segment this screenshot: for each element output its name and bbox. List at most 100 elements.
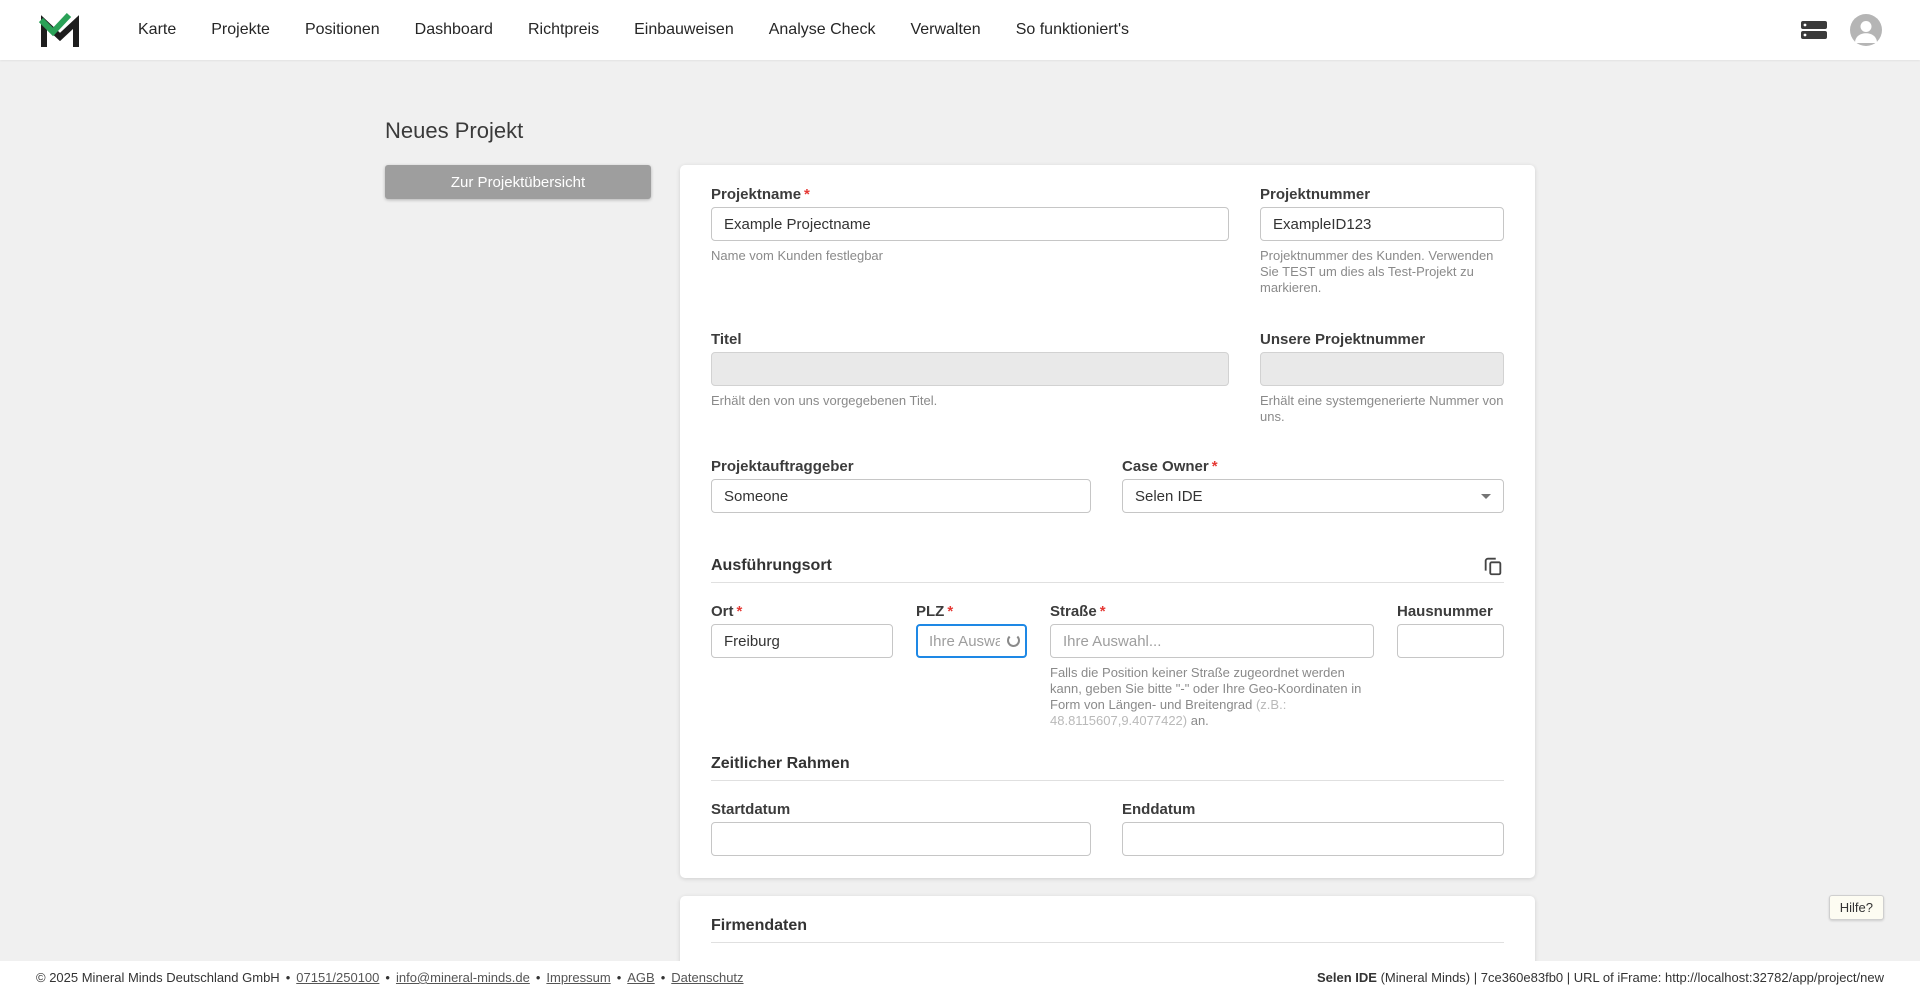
session-user: Selen IDE: [1316, 970, 1377, 985]
copy-icon[interactable]: [1482, 555, 1504, 577]
strasse-helper-suffix: an.: [1187, 713, 1209, 728]
nav-item-verwalten[interactable]: Verwalten: [910, 0, 980, 60]
footer-separator: •: [285, 970, 291, 985]
projektauftraggeber-input[interactable]: [711, 479, 1091, 513]
ort-label-text: Ort: [711, 603, 734, 620]
projektname-label-text: Projektname: [711, 186, 802, 203]
field-projektnummer: Projektnummer Projektnummer des Kunden. …: [1260, 187, 1504, 296]
user-avatar[interactable]: [1850, 14, 1882, 46]
main-area: Neues Projekt Zur Projektübersicht Proje…: [0, 60, 1920, 961]
case-owner-select[interactable]: Selen IDE: [1122, 479, 1504, 513]
chevron-down-icon: [1481, 493, 1491, 499]
plz-label: PLZ *: [916, 604, 1027, 620]
case-owner-label: Case Owner *: [1122, 459, 1504, 475]
titel-label-text: Titel: [711, 331, 742, 348]
project-overview-button[interactable]: Zur Projektübersicht: [385, 165, 651, 199]
strasse-helper-main: Falls die Position keiner Straße zugeord…: [1050, 665, 1362, 712]
hausnummer-label: Hausnummer: [1397, 604, 1504, 620]
enddatum-label-text: Enddatum: [1122, 801, 1196, 818]
field-projektname: Projektname* Name vom Kunden festlegbar: [711, 187, 1229, 296]
section-title-ausfuehrungsort: Ausführungsort: [711, 557, 832, 574]
nav-item-einbauweisen[interactable]: Einbauweisen: [634, 0, 734, 60]
strasse-label: Straße *: [1050, 604, 1374, 620]
main-nav: Karte Projekte Positionen Dashboard Rich…: [138, 0, 1129, 60]
footer-separator: •: [616, 970, 622, 985]
footer-link-impressum[interactable]: Impressum: [546, 970, 610, 985]
nav-item-projekte[interactable]: Projekte: [211, 0, 270, 60]
footer-separator: •: [535, 970, 541, 985]
nav-item-analyse-check[interactable]: Analyse Check: [769, 0, 876, 60]
enddatum-label: Enddatum: [1122, 802, 1504, 818]
projektnummer-label-text: Projektnummer: [1260, 186, 1371, 203]
nav-right-actions: [1800, 14, 1882, 46]
footer-link-phone[interactable]: 07151/250100: [296, 970, 379, 985]
loading-spinner-icon: [1007, 634, 1020, 647]
field-unsere-projektnummer: Unsere Projektnummer Erhält eine systemg…: [1260, 332, 1504, 425]
firmendaten-card: Firmendaten: [680, 896, 1535, 961]
field-enddatum: Enddatum: [1122, 802, 1504, 856]
projektname-input[interactable]: [711, 207, 1229, 241]
section-divider: [711, 582, 1504, 583]
case-owner-label-text: Case Owner: [1122, 458, 1209, 475]
projektname-helper: Name vom Kunden festlegbar: [711, 248, 883, 263]
section-divider: [711, 942, 1504, 943]
startdatum-input[interactable]: [711, 822, 1091, 856]
field-plz: PLZ *: [916, 604, 1027, 729]
footer-session-info: Selen IDE (Mineral Minds) | 7ce360e83fb0…: [1317, 970, 1884, 985]
strasse-helper: Falls die Position keiner Straße zugeord…: [1050, 665, 1374, 729]
projektauftraggeber-label-text: Projektauftraggeber: [711, 458, 854, 475]
nav-item-so-funktionierts[interactable]: So funktioniert's: [1016, 0, 1129, 60]
page-title: Neues Projekt: [385, 118, 524, 143]
unsere-projektnummer-input: [1260, 352, 1504, 386]
titel-label: Titel: [711, 332, 1229, 348]
required-asterisk: *: [804, 186, 810, 203]
nav-item-richtpreis[interactable]: Richtpreis: [528, 0, 599, 60]
projektname-label: Projektname *: [711, 187, 1229, 203]
footer-link-datenschutz[interactable]: Datenschutz: [671, 970, 743, 985]
projektnummer-input[interactable]: [1260, 207, 1504, 241]
server-icon[interactable]: [1800, 20, 1828, 40]
titel-helper: Erhält den von uns vorgegebenen Titel.: [711, 393, 938, 408]
startdatum-label: Startdatum: [711, 802, 1091, 818]
projektnummer-helper: Projektnummer des Kunden. Verwenden Sie …: [1260, 248, 1494, 295]
projektauftraggeber-label: Projektauftraggeber: [711, 459, 1091, 475]
section-divider: [711, 780, 1504, 781]
field-strasse: Straße* Falls die Position keiner Straße…: [1050, 604, 1374, 729]
footer-link-agb[interactable]: AGB: [627, 970, 654, 985]
nav-item-positionen[interactable]: Positionen: [305, 0, 380, 60]
titel-input: [711, 352, 1229, 386]
ort-label: Ort *: [711, 604, 893, 620]
strasse-input[interactable]: [1050, 624, 1374, 658]
unsere-projektnummer-label: Unsere Projektnummer: [1260, 332, 1504, 348]
hausnummer-input[interactable]: [1397, 624, 1504, 658]
ort-input[interactable]: [711, 624, 893, 658]
enddatum-input[interactable]: [1122, 822, 1504, 856]
app-logo[interactable]: [38, 10, 82, 50]
plz-label-text: PLZ: [916, 603, 945, 620]
footer-separator: •: [660, 970, 666, 985]
session-details: (Mineral Minds) | 7ce360e83fb0 | URL of …: [1376, 970, 1884, 985]
mineral-minds-logo-icon: [38, 12, 79, 47]
copyright-text: © 2025 Mineral Minds Deutschland GmbH: [36, 970, 280, 985]
section-title-firmendaten: Firmendaten: [711, 917, 808, 934]
footer-link-email[interactable]: info@mineral-minds.de: [396, 970, 530, 985]
section-title-zeitlicher-rahmen: Zeitlicher Rahmen: [711, 755, 850, 772]
field-ort: Ort *: [711, 604, 893, 729]
startdatum-label-text: Startdatum: [711, 801, 791, 818]
projektnummer-label: Projektnummer: [1260, 187, 1504, 203]
strasse-label-text: Straße: [1050, 603, 1097, 620]
footer: © 2025 Mineral Minds Deutschland GmbH • …: [0, 961, 1920, 994]
field-titel: Titel Erhält den von uns vorgegebenen Ti…: [711, 332, 1229, 425]
unsere-projektnummer-label-text: Unsere Projektnummer: [1260, 331, 1426, 348]
field-projektauftraggeber: Projektauftraggeber: [711, 459, 1091, 513]
project-form-card: Projektname* Name vom Kunden festlegbar …: [680, 165, 1535, 878]
required-asterisk: *: [1211, 458, 1218, 475]
hausnummer-label-text: Hausnummer: [1397, 603, 1493, 620]
required-asterisk: *: [736, 603, 743, 620]
required-asterisk: *: [947, 603, 954, 620]
help-button[interactable]: Hilfe?: [1828, 895, 1884, 920]
nav-item-karte[interactable]: Karte: [138, 0, 176, 60]
case-owner-selected-value: Selen IDE: [1135, 487, 1203, 505]
field-hausnummer: Hausnummer: [1397, 604, 1504, 729]
nav-item-dashboard[interactable]: Dashboard: [415, 0, 493, 60]
